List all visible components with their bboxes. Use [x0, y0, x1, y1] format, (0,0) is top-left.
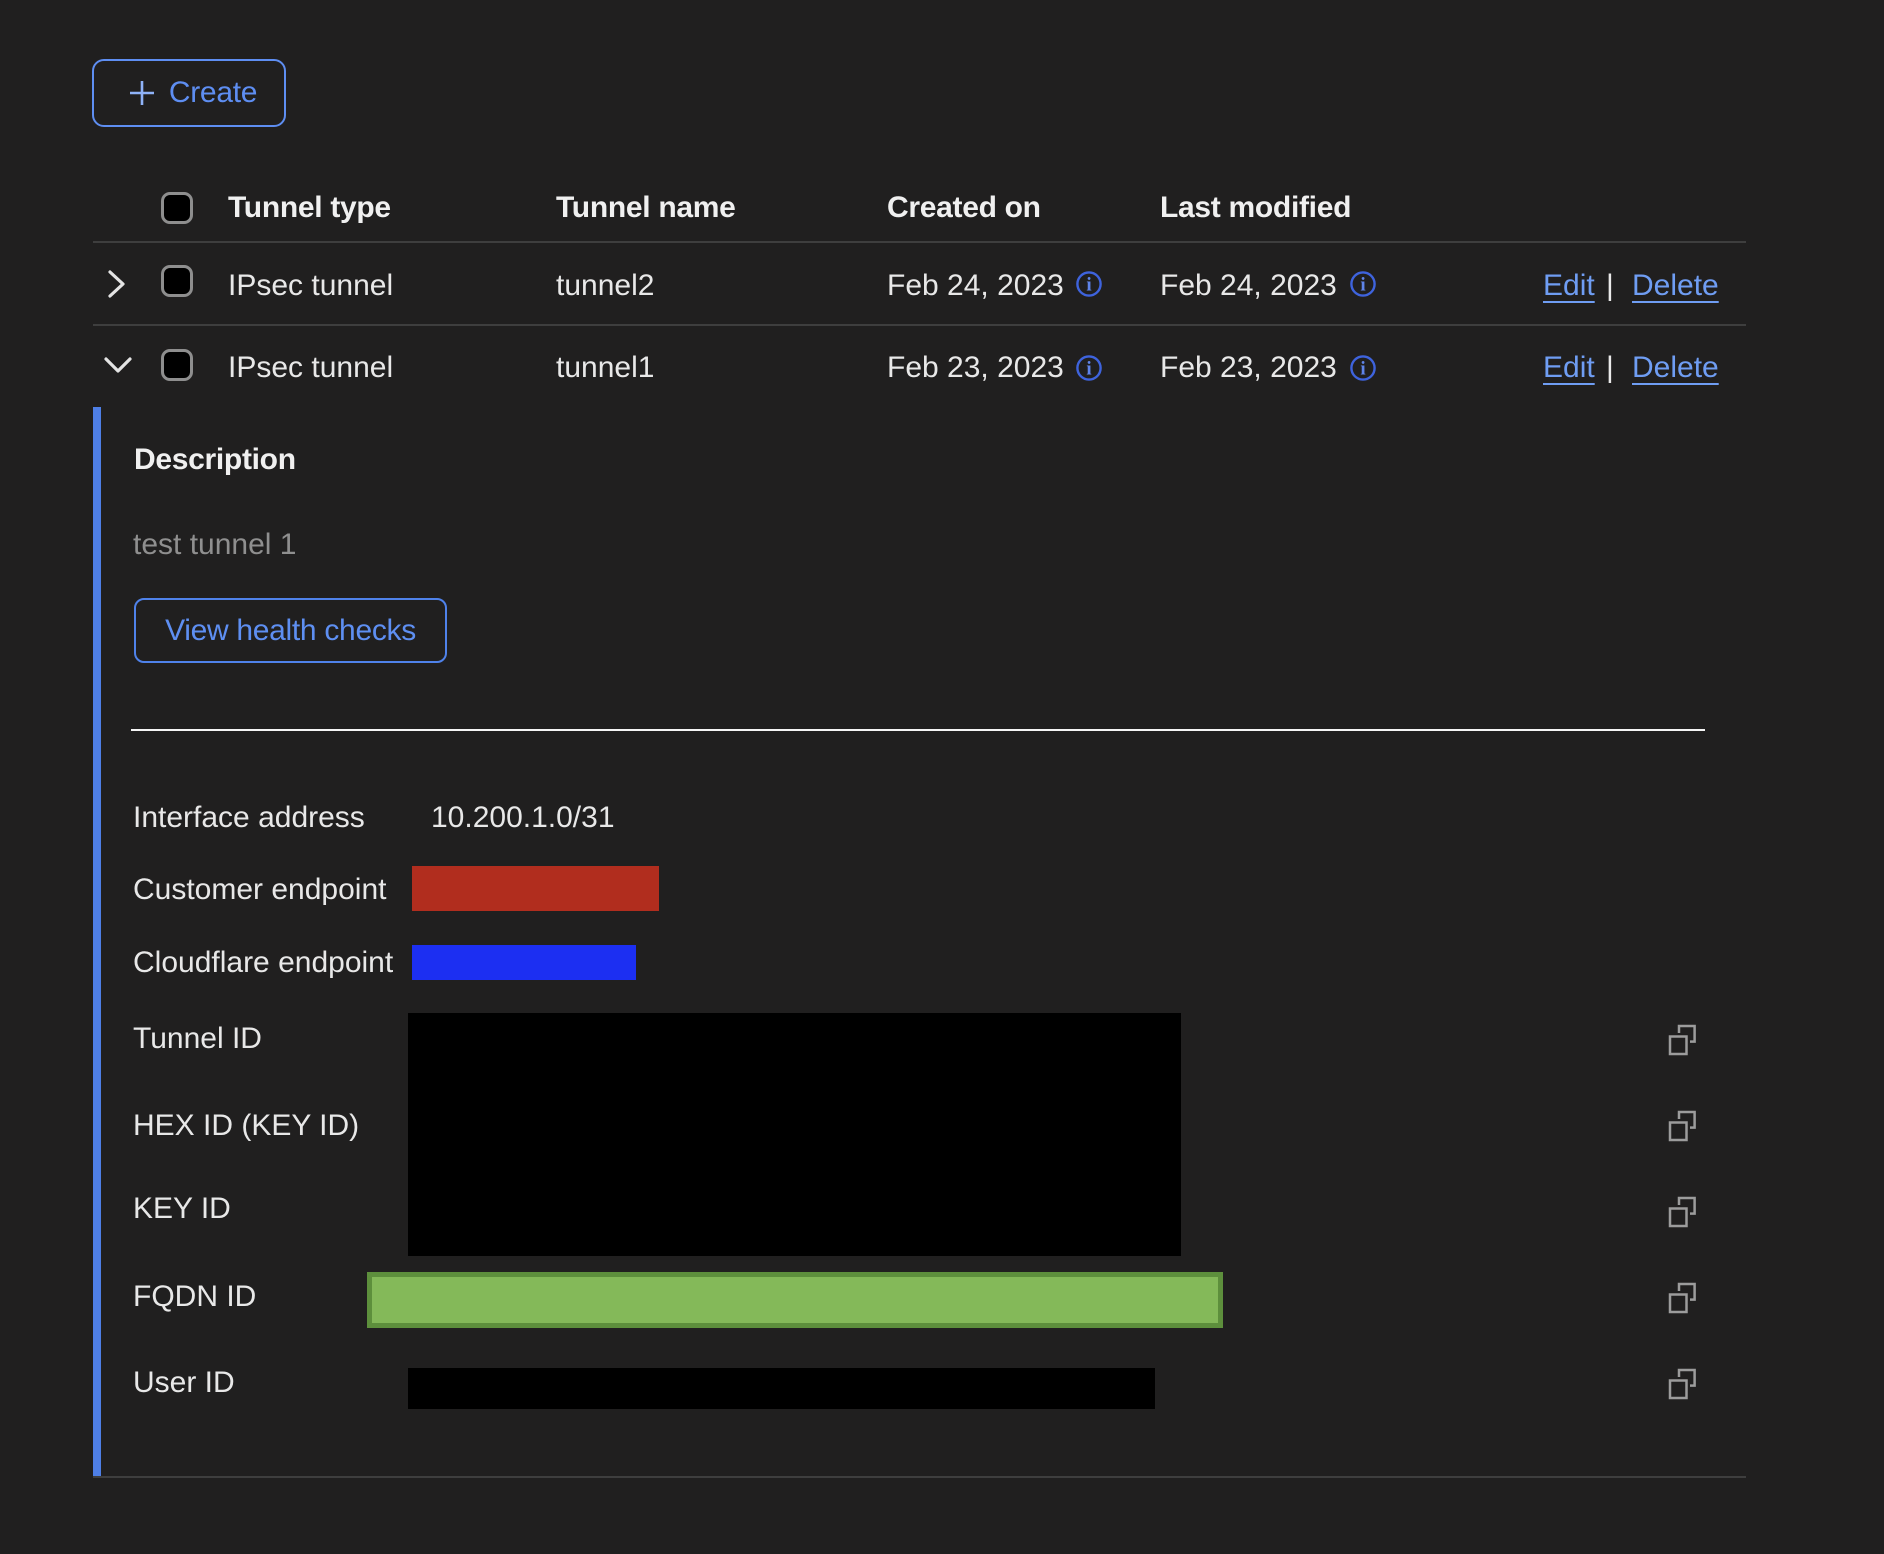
svg-text:i: i — [1360, 359, 1365, 380]
svg-text:i: i — [1086, 359, 1091, 380]
svg-text:i: i — [1086, 275, 1091, 296]
svg-text:i: i — [1360, 275, 1365, 296]
